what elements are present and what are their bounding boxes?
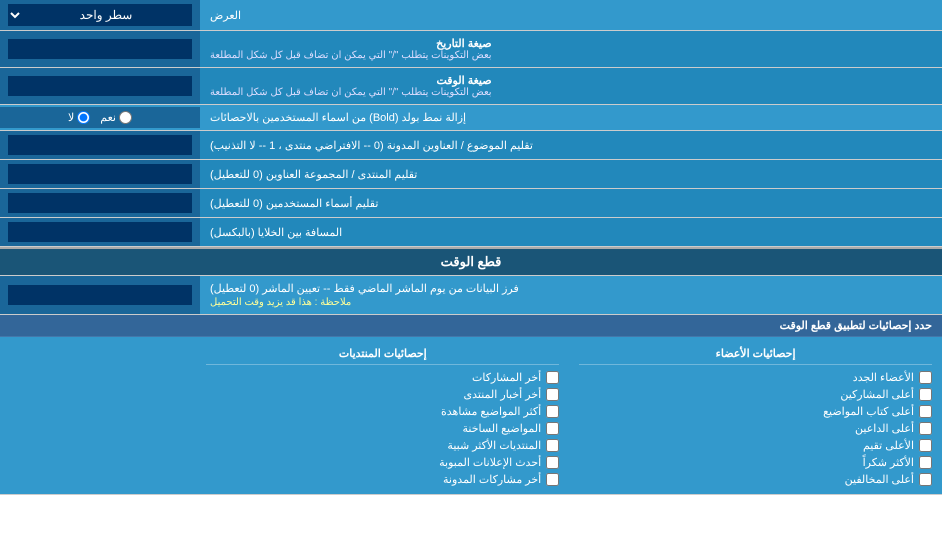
checkbox-forums-6[interactable]: أخر مشاركات المدونة xyxy=(206,473,559,486)
bold-remove-row: إزالة نمط بولد (Bold) من اسماء المستخدمي… xyxy=(0,105,942,131)
username-order-label: تقليم أسماء المستخدمين (0 للتعطيل) xyxy=(200,189,942,217)
topic-order-label: تقليم الموضوع / العناوين المدونة (0 -- ا… xyxy=(200,131,942,159)
checkbox-members-6[interactable]: أعلى المخالفين xyxy=(579,473,932,486)
display-input[interactable]: سطر واحد سطرين ثلاثة أسطر xyxy=(0,0,200,30)
checkbox-forums-0[interactable]: أخر المشاركات xyxy=(206,371,559,384)
time-format-field[interactable]: H:i xyxy=(8,76,192,96)
radio-yes[interactable] xyxy=(119,111,132,124)
time-cut-field[interactable]: 0 xyxy=(8,285,192,305)
time-cut-header: قطع الوقت xyxy=(0,247,942,276)
date-format-row: صيغة التاريخ بعض التكوينات يتطلب "/" الت… xyxy=(0,31,942,68)
username-order-row: تقليم أسماء المستخدمين (0 للتعطيل) 0 xyxy=(0,189,942,218)
checkbox-members-0[interactable]: الأعضاء الجدد xyxy=(579,371,932,384)
stats-col-extra xyxy=(0,341,196,490)
display-select[interactable]: سطر واحد سطرين ثلاثة أسطر xyxy=(8,4,192,26)
time-format-label: صيغة الوقت بعض التكوينات يتطلب "/" التي … xyxy=(200,68,942,104)
topic-order-row: تقليم الموضوع / العناوين المدونة (0 -- ا… xyxy=(0,131,942,160)
stats-grid: إحصائيات الأعضاء الأعضاء الجدد أعلى المش… xyxy=(0,337,942,494)
username-order-field[interactable]: 0 xyxy=(8,193,192,213)
stats-col-members: إحصائيات الأعضاء الأعضاء الجدد أعلى المش… xyxy=(569,341,942,490)
stats-col-members-header: إحصائيات الأعضاء xyxy=(579,345,932,365)
radio-no-label[interactable]: لا xyxy=(68,111,90,124)
topic-order-field[interactable]: 33 xyxy=(8,135,192,155)
checkbox-members-3[interactable]: أعلى الداعين xyxy=(579,422,932,435)
checkbox-members-1[interactable]: أعلى المشاركين xyxy=(579,388,932,401)
stats-col-forums-header: إحصائيات المنتديات xyxy=(206,345,559,365)
topic-order-input[interactable]: 33 xyxy=(0,131,200,159)
date-format-input[interactable]: d-m xyxy=(0,31,200,67)
forum-order-label: تقليم المنتدى / المجموعة العناوين (0 للت… xyxy=(200,160,942,188)
date-format-field[interactable]: d-m xyxy=(8,39,192,59)
checkbox-members-4[interactable]: الأعلى تقيم xyxy=(579,439,932,452)
time-format-row: صيغة الوقت بعض التكوينات يتطلب "/" التي … xyxy=(0,68,942,105)
radio-no[interactable] xyxy=(77,111,90,124)
cell-spacing-field[interactable]: 2 xyxy=(8,222,192,242)
forum-order-field[interactable]: 33 xyxy=(8,164,192,184)
checkbox-forums-3[interactable]: المواضيع الساخنة xyxy=(206,422,559,435)
stats-header: حدد إحصائيات لتطبيق قطع الوقت xyxy=(0,315,942,337)
forum-order-input[interactable]: 33 xyxy=(0,160,200,188)
time-cut-label: فرز البيانات من يوم الماشر الماضي فقط --… xyxy=(200,276,942,314)
checkbox-members-5[interactable]: الأكثر شكراً xyxy=(579,456,932,469)
username-order-input[interactable]: 0 xyxy=(0,189,200,217)
time-cut-input[interactable]: 0 xyxy=(0,276,200,314)
main-container: العرض سطر واحد سطرين ثلاثة أسطر صيغة الت… xyxy=(0,0,942,495)
cell-spacing-label: المسافة بين الخلايا (بالبكسل) xyxy=(200,218,942,246)
stats-col-forums: إحصائيات المنتديات أخر المشاركات أخر أخب… xyxy=(196,341,569,490)
stats-section: حدد إحصائيات لتطبيق قطع الوقت إحصائيات ا… xyxy=(0,315,942,495)
time-format-input[interactable]: H:i xyxy=(0,68,200,104)
bold-remove-label: إزالة نمط بولد (Bold) من اسماء المستخدمي… xyxy=(200,105,942,130)
checkbox-forums-2[interactable]: أكثر المواضيع مشاهدة xyxy=(206,405,559,418)
checkbox-forums-4[interactable]: المنتديات الأكثر شبية xyxy=(206,439,559,452)
time-cut-row: فرز البيانات من يوم الماشر الماضي فقط --… xyxy=(0,276,942,315)
display-label: العرض xyxy=(200,0,942,30)
cell-spacing-input[interactable]: 2 xyxy=(0,218,200,246)
cell-spacing-row: المسافة بين الخلايا (بالبكسل) 2 xyxy=(0,218,942,247)
bold-remove-controls[interactable]: نعم لا xyxy=(0,107,200,128)
checkbox-forums-5[interactable]: أحدث الإعلانات المبوبة xyxy=(206,456,559,469)
radio-yes-label[interactable]: نعم xyxy=(100,111,132,124)
checkbox-forums-1[interactable]: أخر أخبار المنتدى xyxy=(206,388,559,401)
display-row: العرض سطر واحد سطرين ثلاثة أسطر xyxy=(0,0,942,31)
date-format-label: صيغة التاريخ بعض التكوينات يتطلب "/" الت… xyxy=(200,31,942,67)
forum-order-row: تقليم المنتدى / المجموعة العناوين (0 للت… xyxy=(0,160,942,189)
checkbox-members-2[interactable]: أعلى كتاب المواضيع xyxy=(579,405,932,418)
